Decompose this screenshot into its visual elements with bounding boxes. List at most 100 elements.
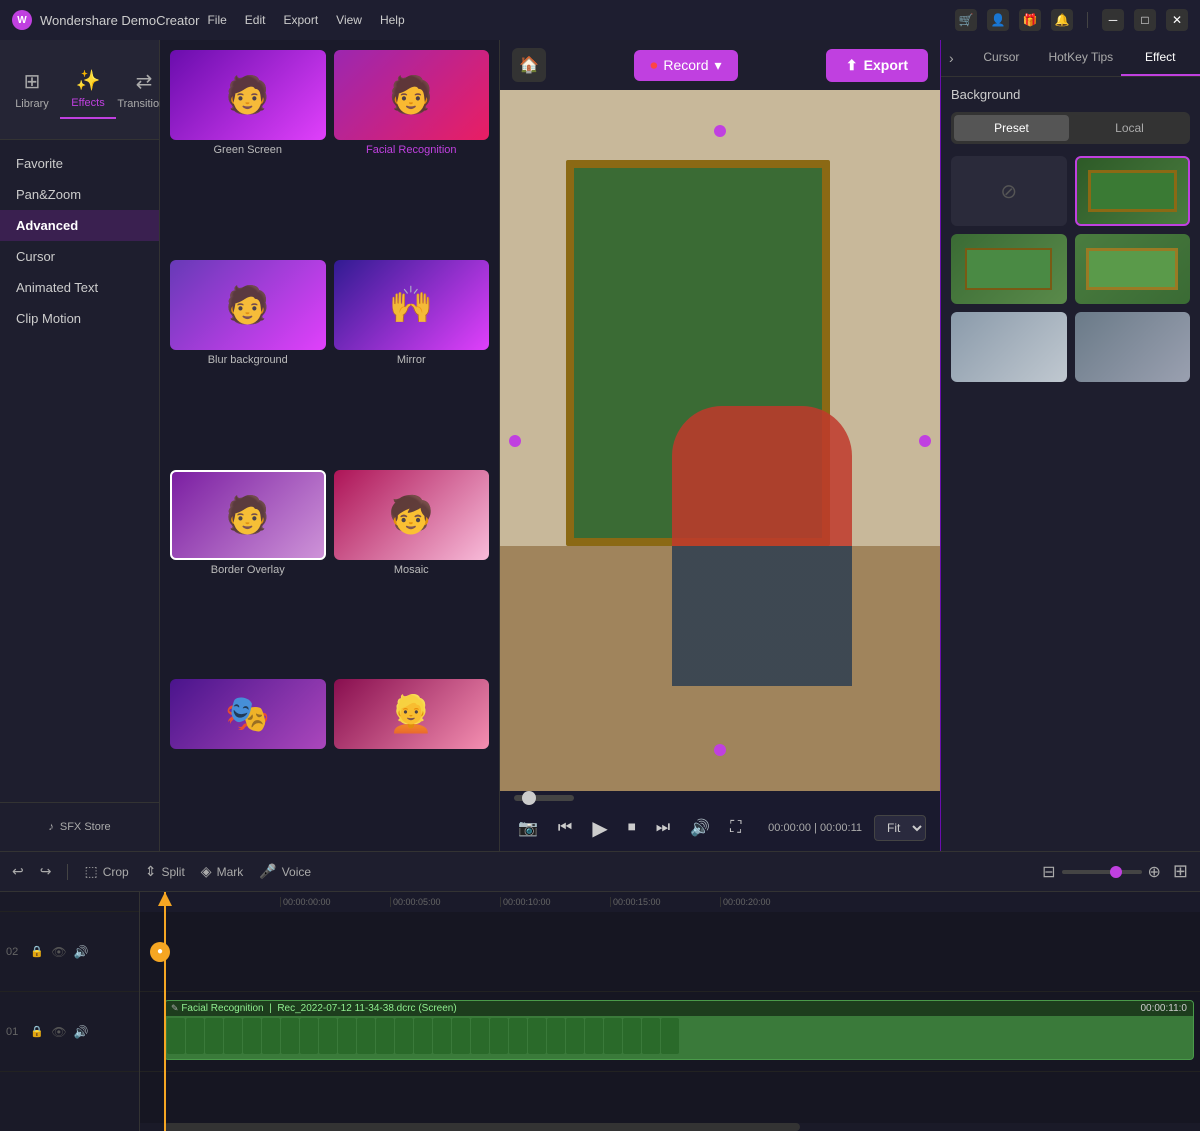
bg-chalkboard2[interactable] — [951, 234, 1067, 304]
sidebar-item-advanced[interactable]: Advanced — [0, 210, 159, 241]
clip-frame — [509, 1018, 527, 1054]
play-button[interactable]: ▶ — [588, 812, 611, 845]
timeline-scrollbar[interactable] — [140, 1123, 1200, 1131]
sidebar-item-panzoom[interactable]: Pan&Zoom — [0, 179, 159, 210]
track-01-icons: 🔒 👁 🔊 — [28, 1023, 90, 1041]
clip-frame — [205, 1018, 223, 1054]
menu-export[interactable]: Export — [283, 13, 318, 27]
background-section-title: Background — [951, 87, 1190, 102]
menu-file[interactable]: File — [207, 13, 226, 27]
bg-chalkboard1[interactable] — [1075, 156, 1191, 226]
export-button[interactable]: ⬆ Export — [826, 49, 928, 82]
zoom-out-icon[interactable]: ⊟ — [1042, 862, 1055, 882]
clip-frame — [623, 1018, 641, 1054]
sidebar-item-cursor[interactable]: Cursor — [0, 241, 159, 272]
split-label: Split — [161, 865, 184, 879]
record-icon: ⏺ — [650, 57, 657, 74]
track-01-visibility[interactable]: 👁 — [50, 1023, 68, 1041]
local-button[interactable]: Local — [1072, 115, 1187, 141]
gift-icon[interactable]: 🎁 — [1019, 9, 1041, 31]
partial1-thumb-icon: 🎭 — [225, 693, 270, 735]
bg-office1[interactable] — [951, 312, 1067, 382]
clip-frame — [547, 1018, 565, 1054]
clip-frame — [167, 1018, 185, 1054]
video-area: 🏠 ⏺ Record ▾ ⬆ Export — [500, 40, 940, 851]
sidebar-item-favorite[interactable]: Favorite — [0, 148, 159, 179]
fast-forward-button[interactable]: ⏭ — [652, 815, 674, 841]
track-02-visibility[interactable]: 👁 — [50, 943, 68, 961]
current-time: 00:00:00 — [768, 822, 811, 834]
playhead-thumb[interactable] — [522, 791, 536, 805]
effect-card-partial1[interactable]: 🎭 — [170, 679, 326, 841]
minimize-button[interactable]: ─ — [1102, 9, 1124, 31]
effect-card-partial2[interactable]: 👱 — [334, 679, 490, 841]
screenshot-button[interactable]: 📷 — [514, 814, 542, 842]
effect-card-blur[interactable]: 🧑 Blur background — [170, 260, 326, 462]
clip-frame — [661, 1018, 679, 1054]
volume-button[interactable]: 🔊 — [686, 814, 714, 842]
track-02-audio[interactable]: 🔊 — [72, 943, 90, 961]
effects-grid: 🧑 Green Screen 🧑 Facial Recognition 🧑 Bl… — [160, 40, 499, 851]
tab-effects[interactable]: ✨ Effects — [60, 60, 116, 119]
cart-icon[interactable]: 🛒 — [955, 9, 977, 31]
track-02-lock[interactable]: 🔒 — [28, 943, 46, 961]
clip-frame — [224, 1018, 242, 1054]
tab-library[interactable]: ⊞ Library — [4, 61, 60, 118]
clip-frame — [319, 1018, 337, 1054]
video-controls: 📷 ⏮ ▶ ⏹ ⏭ 🔊 ⛶ 00:00:00 | 00:00:11 Fit — [500, 805, 940, 851]
zoom-handle[interactable] — [1110, 866, 1122, 878]
rewind-button[interactable]: ⏮ — [554, 815, 576, 841]
zoom-bar[interactable] — [1062, 870, 1142, 874]
ruler-mark-4: 00:00:20:00 — [720, 897, 830, 907]
tab-hotkey-tips[interactable]: HotKey Tips — [1041, 40, 1120, 76]
bg-office2[interactable] — [1075, 312, 1191, 382]
menu-help[interactable]: Help — [380, 13, 405, 27]
fullscreen-button[interactable]: ⛶ — [726, 815, 745, 841]
fit-select[interactable]: Fit — [874, 815, 926, 841]
menu-view[interactable]: View — [336, 13, 362, 27]
tab-effect[interactable]: Effect — [1121, 40, 1200, 76]
record-button[interactable]: ⏺ Record ▾ — [634, 50, 737, 81]
clip-header: ✎ Facial Recognition | Rec_2022-07-12 11… — [165, 1001, 1193, 1016]
menu-edit[interactable]: Edit — [245, 13, 266, 27]
clip-frame — [186, 1018, 204, 1054]
user-icon[interactable]: 👤 — [987, 9, 1009, 31]
timeline-cursor[interactable]: ● — [150, 942, 170, 962]
preset-button[interactable]: Preset — [954, 115, 1069, 141]
mark-tool[interactable]: ◈ Mark — [201, 863, 243, 880]
effect-card-border-overlay[interactable]: 🧑 Border Overlay — [170, 470, 326, 672]
split-tool[interactable]: ⇕ Split — [145, 863, 185, 880]
redo-tool[interactable]: ↪ — [40, 863, 52, 880]
effect-card-mirror[interactable]: 🙌 Mirror — [334, 260, 490, 462]
effect-card-facial-recognition[interactable]: 🧑 Facial Recognition — [334, 50, 490, 252]
effect-card-mosaic[interactable]: 🧒 Mosaic — [334, 470, 490, 672]
bg-disabled-icon: ⊘ — [1000, 179, 1017, 204]
scrollbar-thumb[interactable] — [164, 1123, 800, 1131]
crop-tool[interactable]: ⬚ Crop — [84, 863, 128, 880]
tab-sfxstore[interactable]: ♪ SFX Store — [8, 813, 151, 841]
tab-cursor[interactable]: Cursor — [962, 40, 1041, 76]
maximize-button[interactable]: □ — [1134, 9, 1156, 31]
track-01-audio[interactable]: 🔊 — [72, 1023, 90, 1041]
add-track-icon[interactable]: ⊞ — [1173, 861, 1188, 882]
close-button[interactable]: ✕ — [1166, 9, 1188, 31]
voice-tool[interactable]: 🎤 Voice — [259, 863, 311, 880]
stop-button[interactable]: ⏹ — [624, 815, 640, 841]
bg-disabled[interactable]: ⊘ — [951, 156, 1067, 226]
title-bar: W Wondershare DemoCreator File Edit Expo… — [0, 0, 1200, 40]
sidebar: Favorite Pan&Zoom Advanced Cursor Animat… — [0, 140, 159, 802]
video-clip[interactable]: ✎ Facial Recognition | Rec_2022-07-12 11… — [164, 1000, 1194, 1060]
track-01-lock[interactable]: 🔒 — [28, 1023, 46, 1041]
sidebar-item-clip-motion[interactable]: Clip Motion — [0, 303, 159, 334]
zoom-in-icon[interactable]: ⊕ — [1148, 862, 1161, 882]
effect-card-green-screen[interactable]: 🧑 Green Screen — [170, 50, 326, 252]
track-01-num: 01 — [6, 1026, 22, 1038]
sidebar-item-animated-text[interactable]: Animated Text — [0, 272, 159, 303]
bg-chalkboard3[interactable] — [1075, 234, 1191, 304]
bell-icon[interactable]: 🔔 — [1051, 9, 1073, 31]
playhead-line — [164, 892, 166, 1131]
playhead-bar[interactable] — [514, 795, 574, 801]
home-button[interactable]: 🏠 — [512, 48, 546, 82]
right-panel-chevron[interactable]: › — [941, 40, 962, 76]
undo-tool[interactable]: ↩ — [12, 863, 24, 880]
